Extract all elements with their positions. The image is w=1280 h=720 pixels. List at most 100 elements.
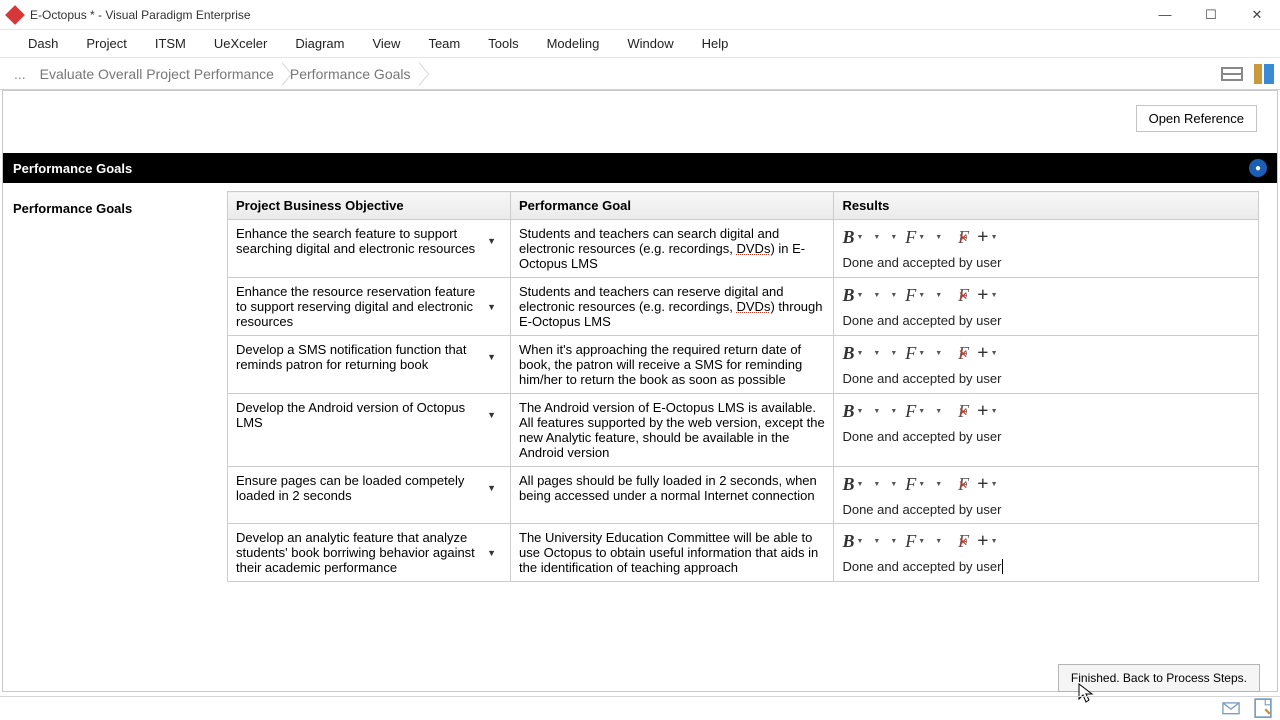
clear-format-icon[interactable]: F✕ (958, 227, 969, 248)
list-icon[interactable]: ▼ (888, 481, 897, 488)
table-icon[interactable]: ▼ (933, 538, 942, 545)
results-cell[interactable]: B▼ ▼ ▼ F▼ ▼ F✕ +▼ Done and accepted by u… (834, 524, 1259, 582)
goal-cell[interactable]: When it's approaching the required retur… (511, 336, 834, 394)
add-icon[interactable]: +▼ (977, 226, 997, 249)
clear-format-icon[interactable]: F✕ (958, 531, 969, 552)
table-icon[interactable]: ▼ (933, 481, 942, 488)
results-cell[interactable]: B▼ ▼ ▼ F▼ ▼ F✕ +▼ Done and accepted by u… (834, 278, 1259, 336)
open-reference-button[interactable]: Open Reference (1136, 105, 1257, 132)
result-text: Done and accepted by user (842, 371, 1250, 386)
goals-table: Project Business Objective Performance G… (227, 191, 1259, 582)
align-icon[interactable]: ▼ (871, 234, 880, 241)
table-icon[interactable]: ▼ (933, 408, 942, 415)
align-icon[interactable]: ▼ (871, 538, 880, 545)
collapse-section-icon[interactable]: ● (1249, 159, 1267, 177)
add-icon[interactable]: +▼ (977, 400, 997, 423)
bold-icon[interactable]: B▼ (842, 474, 863, 495)
column-objective: Project Business Objective (228, 192, 511, 220)
mail-icon[interactable] (1222, 701, 1240, 717)
bold-icon[interactable]: B▼ (842, 343, 863, 364)
objective-cell[interactable]: Develop an analytic feature that analyze… (236, 530, 502, 575)
results-cell[interactable]: B▼ ▼ ▼ F▼ ▼ F✕ +▼ Done and accepted by u… (834, 336, 1259, 394)
menu-tools[interactable]: Tools (474, 32, 532, 55)
close-button[interactable]: ✕ (1234, 0, 1280, 30)
layout-toggle-icon[interactable] (1252, 62, 1276, 86)
table-icon[interactable]: ▼ (933, 234, 942, 241)
breadcrumb-item[interactable]: Evaluate Overall Project Performance (36, 66, 286, 82)
clear-format-icon[interactable]: F✕ (958, 343, 969, 364)
window-title: E-Octopus * - Visual Paradigm Enterprise (30, 8, 1142, 22)
clear-format-icon[interactable]: F✕ (958, 474, 969, 495)
table-row: Develop an analytic feature that analyze… (228, 524, 1259, 582)
goal-cell[interactable]: Students and teachers can search digital… (511, 220, 834, 278)
align-icon[interactable]: ▼ (871, 408, 880, 415)
maximize-button[interactable]: ☐ (1188, 0, 1234, 30)
font-icon[interactable]: F▼ (905, 343, 925, 364)
clear-format-icon[interactable]: F✕ (958, 401, 969, 422)
results-cell[interactable]: B▼ ▼ ▼ F▼ ▼ F✕ +▼ Done and accepted by u… (834, 394, 1259, 467)
goal-cell[interactable]: The University Education Committee will … (511, 524, 834, 582)
perspective-icon[interactable] (1220, 62, 1244, 86)
dropdown-arrow-icon[interactable]: ▼ (487, 352, 496, 362)
bold-icon[interactable]: B▼ (842, 227, 863, 248)
add-icon[interactable]: +▼ (977, 530, 997, 553)
add-icon[interactable]: +▼ (977, 284, 997, 307)
content-area: Open Reference Performance Goals ● Perfo… (2, 90, 1278, 692)
objective-cell[interactable]: Enhance the search feature to support se… (236, 226, 502, 256)
objective-cell[interactable]: Ensure pages can be loaded competely loa… (236, 473, 502, 503)
dropdown-arrow-icon[interactable]: ▼ (487, 548, 496, 558)
font-icon[interactable]: F▼ (905, 401, 925, 422)
result-text: Done and accepted by user (842, 502, 1250, 517)
goal-cell[interactable]: Students and teachers can reserve digita… (511, 278, 834, 336)
menu-diagram[interactable]: Diagram (281, 32, 358, 55)
menu-window[interactable]: Window (613, 32, 687, 55)
table-icon[interactable]: ▼ (933, 350, 942, 357)
goal-cell[interactable]: All pages should be fully loaded in 2 se… (511, 467, 834, 524)
add-icon[interactable]: +▼ (977, 342, 997, 365)
menu-view[interactable]: View (358, 32, 414, 55)
breadcrumb-root[interactable]: ... (4, 66, 36, 82)
menu-modeling[interactable]: Modeling (533, 32, 614, 55)
column-goal: Performance Goal (511, 192, 834, 220)
bold-icon[interactable]: B▼ (842, 531, 863, 552)
menu-project[interactable]: Project (72, 32, 140, 55)
list-icon[interactable]: ▼ (888, 408, 897, 415)
dropdown-arrow-icon[interactable]: ▼ (487, 302, 496, 312)
objective-cell[interactable]: Develop a SMS notification function that… (236, 342, 502, 372)
align-icon[interactable]: ▼ (871, 350, 880, 357)
list-icon[interactable]: ▼ (888, 234, 897, 241)
results-cell[interactable]: B▼ ▼ ▼ F▼ ▼ F✕ +▼ Done and accepted by u… (834, 467, 1259, 524)
list-icon[interactable]: ▼ (888, 350, 897, 357)
list-icon[interactable]: ▼ (888, 538, 897, 545)
menu-itsm[interactable]: ITSM (141, 32, 200, 55)
result-text: Done and accepted by user (842, 313, 1250, 328)
note-icon[interactable] (1254, 701, 1272, 717)
minimize-button[interactable]: — (1142, 0, 1188, 30)
font-icon[interactable]: F▼ (905, 474, 925, 495)
objective-cell[interactable]: Enhance the resource reservation feature… (236, 284, 502, 329)
bold-icon[interactable]: B▼ (842, 401, 863, 422)
breadcrumb-item[interactable]: Performance Goals (286, 66, 423, 82)
list-icon[interactable]: ▼ (888, 292, 897, 299)
font-icon[interactable]: F▼ (905, 227, 925, 248)
font-icon[interactable]: F▼ (905, 285, 925, 306)
dropdown-arrow-icon[interactable]: ▼ (487, 236, 496, 246)
menu-dash[interactable]: Dash (14, 32, 72, 55)
table-row: Ensure pages can be loaded competely loa… (228, 467, 1259, 524)
font-icon[interactable]: F▼ (905, 531, 925, 552)
add-icon[interactable]: +▼ (977, 473, 997, 496)
align-icon[interactable]: ▼ (871, 292, 880, 299)
table-icon[interactable]: ▼ (933, 292, 942, 299)
menu-help[interactable]: Help (688, 32, 743, 55)
bold-icon[interactable]: B▼ (842, 285, 863, 306)
menu-team[interactable]: Team (414, 32, 474, 55)
menu-uexceler[interactable]: UeXceler (200, 32, 281, 55)
goal-cell[interactable]: The Android version of E-Octopus LMS is … (511, 394, 834, 467)
clear-format-icon[interactable]: F✕ (958, 285, 969, 306)
align-icon[interactable]: ▼ (871, 481, 880, 488)
objective-cell[interactable]: Develop the Android version of Octopus L… (236, 400, 502, 430)
dropdown-arrow-icon[interactable]: ▼ (487, 483, 496, 493)
results-cell[interactable]: B▼ ▼ ▼ F▼ ▼ F✕ +▼ Done and accepted by u… (834, 220, 1259, 278)
breadcrumb: ... Evaluate Overall Project Performance… (0, 58, 1280, 90)
dropdown-arrow-icon[interactable]: ▼ (487, 410, 496, 420)
